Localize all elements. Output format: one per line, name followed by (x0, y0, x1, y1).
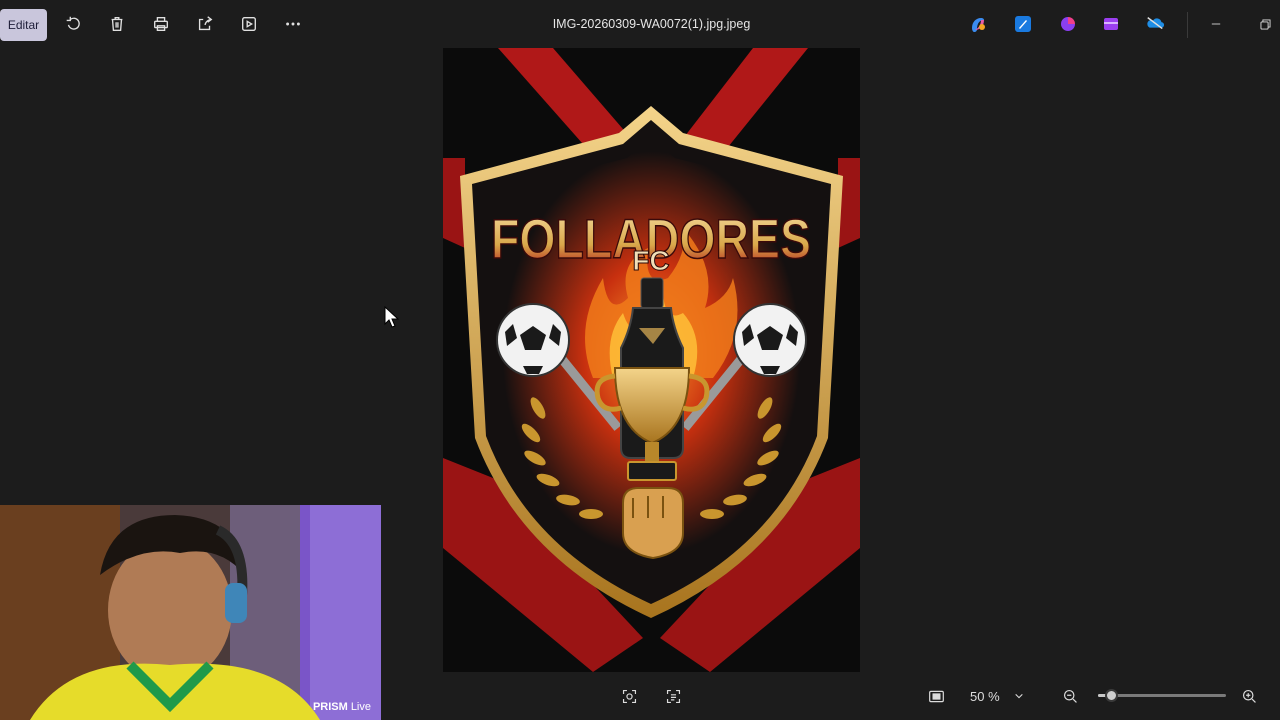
top-toolbar: Editar IMG-20260309-WA0072(1).jpg.jpeg (0, 0, 1280, 50)
rotate-icon[interactable] (61, 12, 85, 36)
delete-icon[interactable] (105, 12, 129, 36)
zoom-slider[interactable] (1098, 689, 1226, 702)
zoom-level-select[interactable]: 50 % (960, 684, 1040, 708)
zoom-level-value: 50 % (970, 688, 1000, 704)
fit-to-window-icon[interactable] (926, 686, 946, 706)
soccer-ball-right (733, 303, 807, 377)
crest-subtitle: FC (632, 245, 669, 276)
soccer-ball-left (496, 303, 570, 377)
print-icon[interactable] (149, 12, 173, 36)
visual-search-icon[interactable] (619, 686, 639, 706)
share-icon[interactable] (193, 12, 217, 36)
text-scan-icon[interactable] (663, 686, 683, 706)
slideshow-icon[interactable] (237, 12, 261, 36)
edit-button[interactable]: Editar (0, 9, 47, 41)
mouse-cursor-icon (384, 305, 400, 328)
toolbar-divider (1187, 12, 1188, 38)
designer-icon[interactable] (1013, 14, 1033, 34)
file-name-title: IMG-20260309-WA0072(1).jpg.jpeg (552, 17, 751, 31)
copilot-icon[interactable] (968, 14, 988, 34)
clipchamp-icon[interactable] (1058, 14, 1078, 34)
zoom-out-icon[interactable] (1060, 686, 1080, 706)
minimize-icon[interactable] (1206, 14, 1226, 34)
more-icon[interactable] (281, 12, 305, 36)
onedrive-icon[interactable] (1145, 14, 1165, 34)
photo-viewer-image[interactable]: FOLLADORES FC (443, 48, 860, 672)
video-editor-icon[interactable] (1101, 14, 1121, 34)
bottom-toolbar (0, 672, 1280, 720)
zoom-in-icon[interactable] (1239, 686, 1259, 706)
chevron-down-icon (1014, 689, 1024, 704)
restore-icon[interactable] (1255, 14, 1275, 34)
zoom-slider-thumb[interactable] (1104, 689, 1118, 702)
